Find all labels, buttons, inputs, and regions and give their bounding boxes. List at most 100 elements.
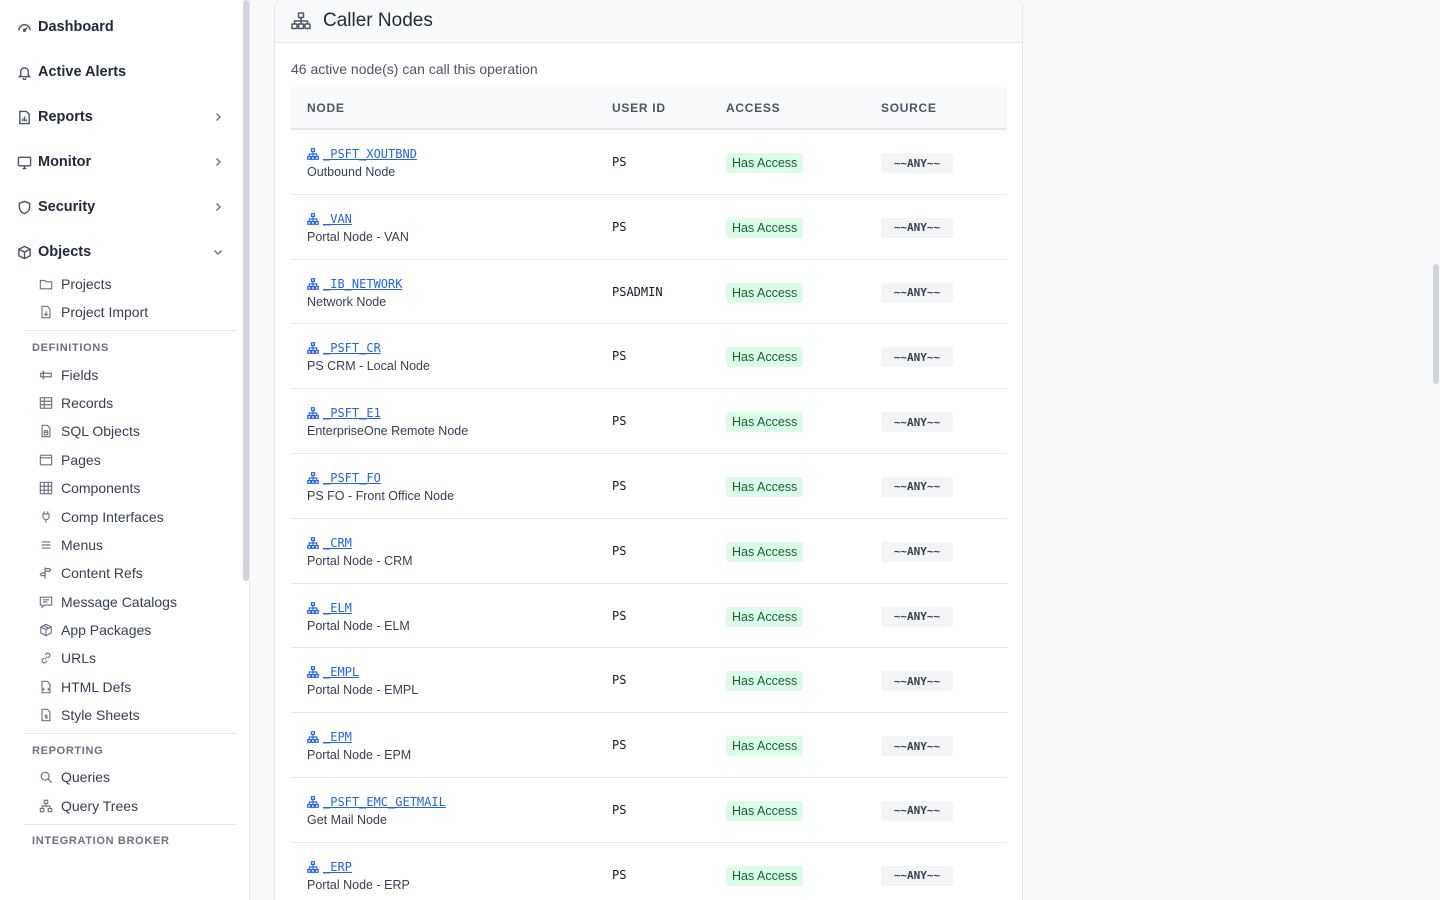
- table-row: _EPM Portal Node - EPM PS Has Access ~~ANY~~: [291, 713, 1007, 778]
- sidebar-item-queries[interactable]: Queries: [38, 766, 234, 788]
- sidebar-item-sql-objects[interactable]: SQL Objects: [38, 420, 234, 442]
- sidebar-item-dashboard[interactable]: Dashboard: [16, 15, 230, 39]
- source-badge: ~~ANY~~: [881, 736, 953, 757]
- sidebar-item-monitor[interactable]: Monitor: [16, 150, 230, 174]
- user-id: PS: [612, 543, 627, 558]
- sidebar-item-label: Active Alerts: [38, 64, 127, 80]
- sidebar-item-message-catalogs[interactable]: Message Catalogs: [38, 591, 234, 613]
- sidebar-divider: [24, 733, 236, 734]
- column-header-node[interactable]: NODE: [307, 101, 345, 115]
- node-name: _CRM: [323, 535, 352, 550]
- sidebar-item-pages[interactable]: Pages: [38, 449, 234, 471]
- node-description: Portal Node - ERP: [307, 877, 410, 892]
- sidebar-item-objects[interactable]: Objects: [16, 240, 230, 264]
- sidebar-item-security[interactable]: Security: [16, 195, 230, 219]
- node-name: _VAN: [323, 211, 352, 226]
- chevron-down-icon: [210, 244, 226, 260]
- bell-icon: [16, 64, 32, 80]
- access-badge: Has Access: [726, 541, 804, 562]
- node-name: _PSFT_XOUTBND: [323, 147, 417, 161]
- sidebar-item-html-defs[interactable]: HTML Defs: [38, 676, 234, 698]
- access-badge: Has Access: [726, 347, 804, 368]
- sidebar-item-app-packages[interactable]: App Packages: [38, 619, 234, 641]
- sidebar-item-label: Project Import: [61, 304, 149, 320]
- node-icon: [307, 601, 319, 614]
- user-id: PS: [612, 414, 627, 429]
- node-icon: [307, 148, 319, 160]
- node-description: Portal Node - CRM: [307, 553, 413, 568]
- sidebar-item-label: Projects: [61, 276, 112, 292]
- node-count-text: 46 active node(s) can call this operatio…: [291, 61, 538, 77]
- signpost-icon: [38, 565, 54, 581]
- node-link[interactable]: _CRM: [307, 536, 352, 550]
- node-name: _IB_NETWORK: [323, 276, 403, 291]
- sidebar-item-label: SQL Objects: [61, 423, 140, 439]
- node-link[interactable]: _PSFT_EMC_GETMAIL: [307, 795, 446, 809]
- sidebar-item-label: Records: [61, 395, 114, 411]
- sidebar-item-query-trees[interactable]: Query Trees: [38, 795, 234, 817]
- source-badge: ~~ANY~~: [881, 412, 953, 433]
- sidebar-item-components[interactable]: Components: [38, 477, 234, 499]
- table-row: _IB_NETWORK Network Node PSADMIN Has Access…: [291, 260, 1007, 325]
- menu-lines-icon: [38, 537, 54, 553]
- tree-icon: [38, 798, 54, 814]
- node-description: PS FO - Front Office Node: [307, 488, 455, 503]
- sidebar-item-label: Comp Interfaces: [61, 509, 164, 525]
- node-icon: [307, 860, 319, 873]
- sidebar-item-active-alerts[interactable]: Active Alerts: [16, 60, 230, 84]
- folder-icon: [38, 276, 54, 292]
- node-link[interactable]: _PSFT_E1: [307, 406, 381, 420]
- table-row: _PSFT_XOUTBND Outbound Node PS Has Access ~~…: [291, 130, 1007, 195]
- chevron-right-icon: [210, 199, 226, 215]
- grid-icon: [38, 480, 54, 496]
- sidebar-item-label: Queries: [61, 769, 111, 785]
- sidebar-scrollbar[interactable]: [243, 0, 249, 581]
- sidebar-item-records[interactable]: Records: [38, 392, 234, 414]
- node-link[interactable]: _PSFT_CR: [307, 341, 381, 355]
- user-id: PS: [612, 478, 627, 493]
- sidebar-item-label: Query Trees: [61, 798, 139, 814]
- table-icon: [38, 395, 54, 411]
- sidebar-item-content-refs[interactable]: Content Refs: [38, 562, 234, 584]
- source-badge: ~~ANY~~: [881, 606, 953, 627]
- sidebar-item-label: Fields: [61, 367, 99, 383]
- node-link[interactable]: _EMPL: [307, 665, 359, 679]
- node-link[interactable]: _ERP: [307, 860, 352, 874]
- node-link[interactable]: _VAN: [307, 212, 352, 226]
- section-label-reporting: REPORTING: [32, 745, 104, 757]
- column-header-source[interactable]: SOURCE: [881, 101, 937, 115]
- user-id: PS: [612, 802, 627, 817]
- column-header-user-id[interactable]: USER ID: [612, 101, 666, 115]
- chevron-right-icon: [210, 154, 226, 170]
- sidebar-item-style-sheets[interactable]: Style Sheets: [38, 704, 234, 726]
- column-header-access[interactable]: ACCESS: [726, 101, 780, 115]
- sidebar-item-comp-interfaces[interactable]: Comp Interfaces: [38, 506, 234, 528]
- source-badge: ~~ANY~~: [881, 800, 953, 821]
- sidebar-item-urls[interactable]: URLs: [38, 647, 234, 669]
- node-name: _ELM: [323, 600, 352, 615]
- node-description: Portal Node - EMPL: [307, 683, 419, 698]
- page-scrollbar[interactable]: [1433, 264, 1439, 384]
- node-name: _PSFT_FO: [323, 470, 381, 485]
- sidebar-item-fields[interactable]: Fields: [38, 364, 234, 386]
- table-row: _ERP Portal Node - ERP PS Has Access ~~ANY~~: [291, 843, 1007, 900]
- node-icon: [307, 731, 319, 744]
- node-link[interactable]: _IB_NETWORK: [307, 277, 402, 291]
- node-link[interactable]: _PSFT_FO: [307, 471, 381, 485]
- sidebar-item-project-import[interactable]: Project Import: [38, 301, 234, 323]
- sidebar-item-projects[interactable]: Projects: [38, 273, 234, 295]
- node-link[interactable]: _PSFT_XOUTBND: [307, 147, 417, 161]
- table-row: _PSFT_EMC_GETMAIL Get Mail Node PS Has Acce…: [291, 778, 1007, 843]
- table-row: _PSFT_FO PS FO - Front Office Node PS Has A…: [291, 454, 1007, 519]
- sidebar-item-menus[interactable]: Menus: [38, 534, 234, 556]
- node-link[interactable]: _ELM: [307, 601, 352, 615]
- sidebar-item-reports[interactable]: Reports: [16, 105, 230, 129]
- sidebar-item-label: Monitor: [38, 154, 92, 170]
- node-description: Network Node: [307, 294, 387, 309]
- file-import-icon: [38, 304, 54, 320]
- node-link[interactable]: _EPM: [307, 730, 352, 744]
- source-badge: ~~ANY~~: [881, 347, 953, 368]
- table-row: _PSFT_CR PS CRM - Local Node PS Has Access ~…: [291, 324, 1007, 390]
- sidebar-item-label: Objects: [38, 244, 92, 260]
- link-icon: [38, 650, 54, 666]
